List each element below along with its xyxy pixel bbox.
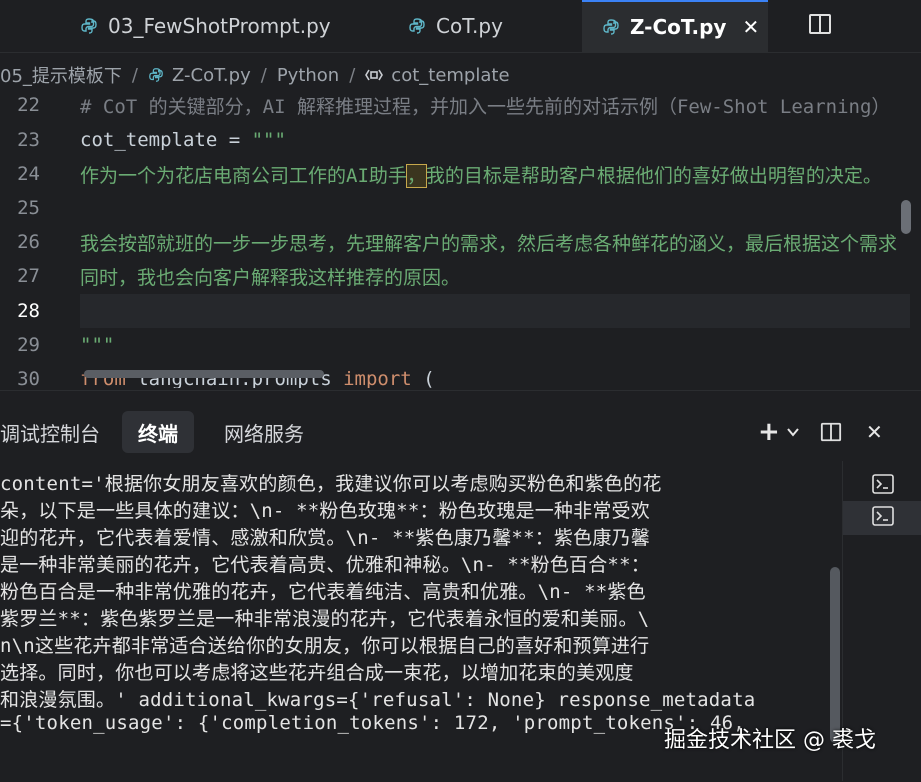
highlighted-char: ， (405, 163, 427, 188)
editor-vertical-scrollbar[interactable] (901, 200, 911, 234)
terminal-line: 迎的花卉，它代表着爱情、感激和欣赏。\n- **紫色康乃馨**：紫色康乃馨 (0, 527, 650, 549)
code-line: 27 同时，我也会向客户解释我这样推荐的原因。 (0, 259, 921, 293)
python-file-icon (408, 17, 426, 35)
code-line: 23 cot_template = """ (0, 123, 921, 157)
tab-terminal[interactable]: 终端 (122, 411, 194, 453)
breadcrumb-symbol[interactable]: cot_template (391, 65, 509, 86)
code-editor[interactable]: 22 # CoT 的关键部分，AI 解释推理过程，并加入一些先前的对话示例（Fe… (0, 96, 921, 388)
tab-z-cot[interactable]: Z-CoT.py ✕ (582, 0, 768, 52)
code-string: 我会按部就班的一步一步思考，先理解客户的需求，然后考虑各种鲜花的涵义，最后根据这… (80, 232, 898, 255)
python-file-icon (602, 18, 620, 36)
tab-label: Z-CoT.py (630, 15, 727, 39)
tab-debug-console[interactable]: 调试控制台 (0, 411, 100, 453)
watermark: 掘金技术社区 @ 裘戈 (664, 728, 876, 753)
terminal-line: ={'token_usage': {'completion_tokens': 1… (0, 712, 745, 734)
code-operator: = (217, 129, 252, 151)
breadcrumb-file[interactable]: Z-CoT.py (172, 65, 251, 86)
code-keyword: import (343, 368, 412, 388)
line-number: 29 (17, 334, 40, 356)
breadcrumb: 05_提示模板下 / Z-CoT.py / Python / cot_templ… (0, 56, 510, 94)
terminal-line: 和浪漫氛围。' additional_kwargs={'refusal': No… (0, 689, 756, 711)
code-string: 同时，我也会向客户解释我这样推荐的原因。 (80, 266, 461, 289)
line-number: 25 (17, 197, 40, 219)
terminal-scrollbar[interactable] (830, 567, 840, 743)
add-terminal-icon[interactable]: + (758, 417, 780, 447)
split-editor-icon[interactable] (808, 12, 832, 36)
close-tab-icon[interactable]: ✕ (742, 15, 759, 39)
editor-tab-bar: 03_FewShotPrompt.py CoT.py Z-CoT.py ✕ (0, 0, 921, 53)
terminal-icon (871, 506, 894, 530)
code-line: 25 (0, 191, 921, 225)
terminal-icon (871, 474, 894, 498)
line-number: 22 (17, 96, 40, 116)
tab-cot[interactable]: CoT.py (408, 0, 503, 52)
split-panel-icon[interactable] (820, 420, 842, 444)
tab-label: CoT.py (436, 14, 503, 38)
terminal-instance-2[interactable] (843, 501, 921, 535)
line-number: 23 (17, 129, 40, 151)
code-string: 作为一个为花店电商公司工作的AI助手，我的目标是帮助客户根据他们的喜好做出明智的… (80, 161, 882, 188)
code-string-part: 我的目标是帮助客户根据他们的喜好做出明智的决定。 (425, 164, 882, 187)
chevron-down-icon[interactable] (786, 420, 800, 444)
breadcrumb-language[interactable]: Python (277, 65, 339, 86)
code-line: 28 (0, 294, 921, 328)
terminal-line: 选择。同时，你也可以考虑将这些花卉组合成一束花，以增加花束的美观度 (0, 662, 634, 684)
plus-glyph: + (758, 417, 780, 447)
panel-tab-bar: 调试控制台 终端 网络服务 + ✕ (0, 411, 921, 453)
breadcrumb-folder[interactable]: 05_提示模板下 (0, 62, 122, 88)
terminal-line: 粉色百合是一种非常优雅的花卉，它代表着纯洁、高贵和优雅。\n- **紫色 (0, 581, 646, 603)
code-line: 22 # CoT 的关键部分，AI 解释推理过程，并加入一些先前的对话示例（Fe… (0, 96, 921, 122)
code-string: """ (80, 334, 115, 356)
python-file-icon (80, 17, 98, 35)
line-number: 26 (17, 231, 40, 253)
line-number: 24 (17, 163, 40, 185)
code-line: 29 """ (0, 328, 921, 362)
variable-icon (365, 68, 384, 82)
line-number: 28 (17, 300, 40, 322)
code-comment: # CoT 的关键部分，AI 解释推理过程，并加入一些先前的对话示例（Few-S… (80, 96, 891, 118)
tab-label: 03_FewShotPrompt.py (108, 14, 331, 38)
terminal-line: 紫罗兰**：紫色紫罗兰是一种非常浪漫的花卉，它代表着永恒的爱和美丽。\ (0, 608, 650, 630)
code-content: cot_template = """ (80, 129, 286, 151)
breadcrumb-separator: / (349, 64, 356, 86)
code-line: 26 我会按部就班的一步一步思考，先理解客户的需求，然后考虑各种鲜花的涵义，最后… (0, 225, 921, 259)
breadcrumb-separator: / (260, 64, 267, 86)
terminal-instance-1[interactable] (843, 469, 921, 503)
terminal-line: 朵，以下是一些具体的建议：\n- **粉色玫瑰**：粉色玫瑰是一种非常受欢 (0, 500, 650, 522)
code-string-part: 作为一个为花店电商公司工作的AI助手 (80, 164, 407, 187)
breadcrumb-separator: / (131, 64, 138, 86)
terminal-line: n\n这些花卉都非常适合送给你的女朋友，你可以根据自己的喜好和预算进行 (0, 635, 650, 657)
code-variable: cot_template (80, 129, 218, 151)
code-line: 24 作为一个为花店电商公司工作的AI助手，我的目标是帮助客户根据他们的喜好做出… (0, 157, 921, 191)
line-number: 30 (17, 368, 40, 388)
code-string: """ (251, 129, 286, 151)
code-punct: ( (411, 368, 435, 388)
terminal-line: 是一种非常美丽的花卉，它代表着高贵、优雅和神秘。\n- **粉色百合**： (0, 554, 650, 576)
tab-network-services[interactable]: 网络服务 (224, 411, 304, 453)
editor-horizontal-scrollbar[interactable] (84, 370, 324, 378)
python-file-icon (148, 67, 164, 83)
terminal-line: content='根据你女朋友喜欢的颜色，我建议你可以考虑购买粉色和紫色的花 (0, 473, 662, 495)
close-panel-icon[interactable]: ✕ (866, 420, 883, 444)
line-number: 27 (17, 265, 40, 287)
tab-fewshotprompt[interactable]: 03_FewShotPrompt.py (80, 0, 331, 52)
